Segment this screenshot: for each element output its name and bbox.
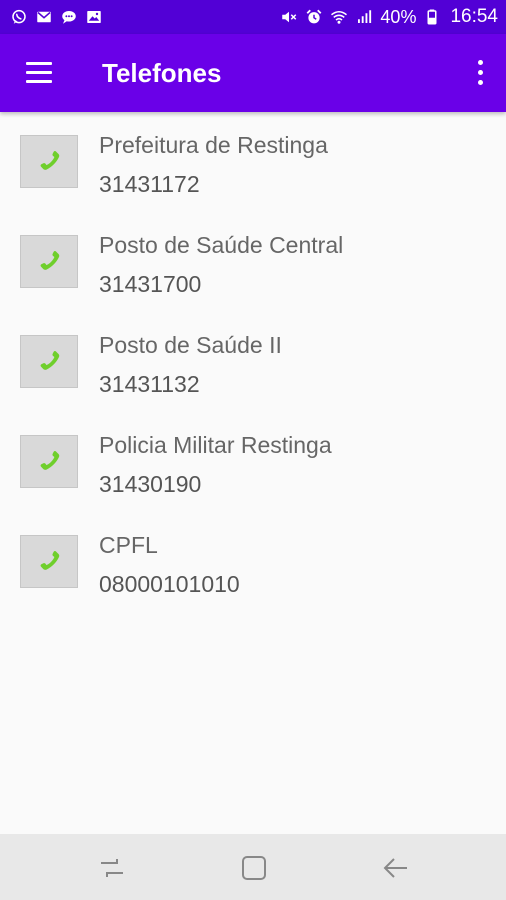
system-nav-bar bbox=[0, 834, 506, 900]
contact-name: CPFL bbox=[99, 532, 158, 558]
chat-icon bbox=[60, 8, 78, 26]
notification-icons bbox=[10, 8, 103, 26]
contact-item[interactable]: Posto de Saúde II 31431132 bbox=[0, 312, 506, 412]
contact-number: 31431172 bbox=[99, 171, 200, 197]
more-vert-icon[interactable] bbox=[472, 58, 488, 88]
app-bar: Telefones bbox=[0, 34, 506, 112]
contact-item[interactable]: Policia Militar Restinga 31430190 bbox=[0, 412, 506, 512]
home-icon[interactable] bbox=[238, 852, 270, 884]
battery-icon bbox=[423, 8, 441, 26]
mute-icon bbox=[280, 8, 298, 26]
contact-number: 31431132 bbox=[99, 371, 200, 397]
contact-item[interactable]: Prefeitura de Restinga 31431172 bbox=[0, 112, 506, 212]
contact-name: Policia Militar Restinga bbox=[99, 432, 332, 458]
whatsapp-icon bbox=[10, 8, 28, 26]
wifi-icon bbox=[330, 8, 348, 26]
battery-percent: 40% bbox=[380, 6, 417, 27]
contact-name: Posto de Saúde Central bbox=[99, 232, 344, 258]
phone-icon bbox=[20, 235, 78, 288]
signal-icon bbox=[355, 8, 373, 26]
recents-icon[interactable] bbox=[96, 852, 128, 884]
clock: 16:54 bbox=[450, 6, 498, 27]
back-icon[interactable] bbox=[380, 852, 412, 884]
phone-icon bbox=[20, 135, 78, 188]
status-bar: 40% 16:54 bbox=[0, 0, 506, 34]
phone-icon bbox=[20, 535, 78, 588]
contact-number: 31431700 bbox=[99, 271, 202, 297]
phone-icon bbox=[20, 435, 78, 488]
hamburger-menu-icon[interactable] bbox=[24, 60, 54, 86]
mail-icon bbox=[35, 8, 53, 26]
phone-icon bbox=[20, 335, 78, 388]
image-icon bbox=[85, 8, 103, 26]
contact-number: 08000101010 bbox=[99, 571, 240, 597]
contact-item[interactable]: Posto de Saúde Central 31431700 bbox=[0, 212, 506, 312]
contact-number: 31430190 bbox=[99, 471, 202, 497]
page-title: Telefones bbox=[102, 58, 222, 88]
contact-item[interactable]: CPFL 08000101010 bbox=[0, 512, 506, 612]
system-icons: 40% 16:54 bbox=[280, 6, 498, 28]
contact-name: Prefeitura de Restinga bbox=[99, 132, 328, 158]
alarm-icon bbox=[305, 8, 323, 26]
contact-name: Posto de Saúde II bbox=[99, 332, 282, 358]
